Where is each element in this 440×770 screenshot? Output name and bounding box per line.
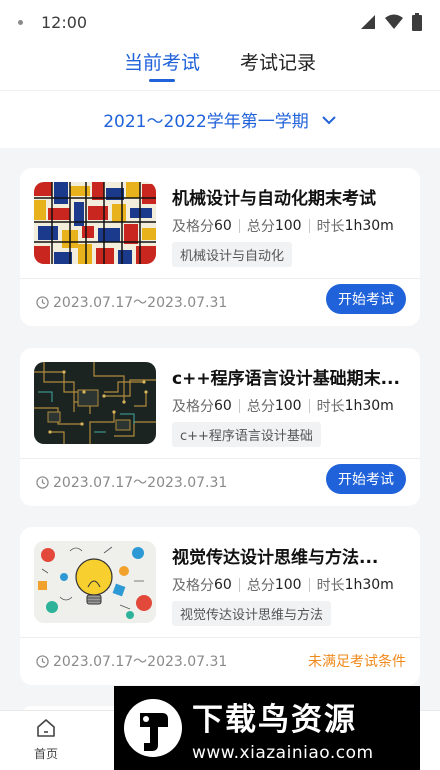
meta-divider [238, 399, 240, 413]
exam-meta: 及格分 60 总分 100 时长 1h30m [172, 396, 394, 416]
pass-score-value: 60 [214, 398, 232, 414]
course-tag: c++程序语言设计基础 [172, 422, 321, 447]
exam-thumbnail-mondrian [34, 182, 156, 264]
card-divider [20, 278, 420, 279]
exam-date-range: 2023.07.17～2023.07.31 [36, 651, 227, 671]
exam-meta: 及格分 60 总分 100 时长 1h30m [172, 216, 394, 236]
duration-value: 1h30m [344, 398, 394, 414]
pass-score-label: 及格分 [172, 578, 214, 594]
home-icon [37, 719, 55, 737]
pass-score-value: 60 [214, 577, 232, 593]
duration-label: 时长 [316, 219, 345, 235]
notification-dot [18, 19, 23, 25]
date-text: 2023.07.17～2023.07.31 [53, 295, 228, 311]
course-tag: 视觉传达设计思维与方法 [172, 601, 332, 626]
date-text: 2023.07.17～2023.07.31 [53, 654, 228, 670]
exam-title: 机械设计与自动化期末考试 [172, 189, 376, 209]
meta-divider [308, 578, 310, 592]
status-time: 12:00 [41, 12, 88, 32]
duration-label: 时长 [316, 399, 345, 415]
condition-not-met-status: 未满足考试条件 [308, 654, 406, 670]
total-score-value: 100 [274, 577, 302, 593]
total-score-label: 总分 [246, 219, 275, 235]
pass-score-value: 60 [214, 218, 232, 234]
duration-value: 1h30m [344, 218, 394, 234]
exam-card[interactable]: c++程序语言设计基础期末... 及格分 60 总分 100 时长 1h30m c++… [20, 348, 420, 506]
clock-icon [36, 295, 49, 309]
tab-bar: 当前考试 考试记录 [0, 44, 440, 90]
card-divider [20, 458, 420, 459]
pass-score-label: 及格分 [172, 399, 214, 415]
status-icons [360, 13, 422, 31]
status-bar: 12:00 [0, 0, 440, 44]
wifi-icon [385, 14, 403, 29]
date-text: 2023.07.17～2023.07.31 [53, 475, 228, 491]
exam-date-range: 2023.07.17～2023.07.31 [36, 292, 227, 312]
exam-card[interactable]: 视觉传达设计思维与方法... 及格分 60 总分 100 时长 1h30m 视觉传达设… [20, 527, 420, 685]
duration-value: 1h30m [344, 577, 394, 593]
card-divider [20, 637, 420, 638]
watermark-banner: 下载鸟资源 www.xiazainiao.com [114, 686, 420, 770]
exam-thumbnail-circuit [34, 362, 156, 444]
pass-score-label: 及格分 [172, 219, 214, 235]
start-exam-button[interactable]: 开始考试 [326, 464, 406, 494]
cellular-signal-icon [361, 15, 375, 29]
duration-label: 时长 [316, 578, 345, 594]
exam-title: c++程序语言设计基础期末... [172, 369, 400, 389]
tab-exam-records[interactable]: 考试记录 [240, 44, 316, 90]
meta-divider [308, 219, 310, 233]
battery-icon [412, 13, 422, 31]
exam-meta: 及格分 60 总分 100 时长 1h30m [172, 575, 394, 595]
term-label: 2021～2022学年第一学期 [103, 112, 309, 132]
meta-divider [238, 219, 240, 233]
watermark-text: 下载鸟资源 www.xiazainiao.com [192, 694, 374, 763]
term-selector[interactable]: 2021～2022学年第一学期 [0, 90, 440, 148]
exam-date-range: 2023.07.17～2023.07.31 [36, 472, 227, 492]
watermark-url: www.xiazainiao.com [192, 742, 374, 763]
watermark-title: 下载鸟资源 [192, 701, 357, 738]
total-score-value: 100 [274, 218, 302, 234]
meta-divider [308, 399, 310, 413]
exam-thumbnail-lightbulb [34, 541, 156, 623]
chevron-down-icon [322, 115, 336, 124]
course-tag: 机械设计与自动化 [172, 242, 293, 267]
meta-divider [238, 578, 240, 592]
exam-title: 视觉传达设计思维与方法... [172, 548, 379, 568]
tab-current-exams[interactable]: 当前考试 [124, 44, 200, 90]
total-score-value: 100 [274, 398, 302, 414]
clock-icon [36, 654, 49, 668]
total-score-label: 总分 [246, 578, 275, 594]
nav-home-label: 首页 [33, 747, 58, 761]
start-exam-button[interactable]: 开始考试 [326, 284, 406, 314]
total-score-label: 总分 [246, 399, 275, 415]
clock-icon [36, 475, 49, 489]
exam-card[interactable]: 机械设计与自动化期末考试 及格分 60 总分 100 时长 1h30m 机械设计与自动… [20, 168, 420, 326]
nav-item-home[interactable]: 首页 [26, 717, 66, 762]
bird-logo-icon [124, 699, 182, 757]
